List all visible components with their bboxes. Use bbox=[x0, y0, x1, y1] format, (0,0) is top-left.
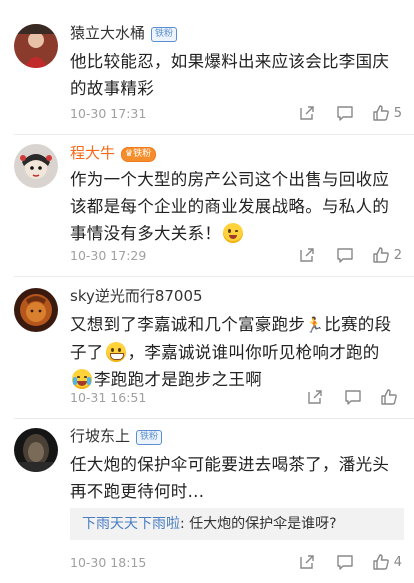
like-button[interactable]: 2 bbox=[372, 246, 402, 264]
crying-laughing-emoji-icon bbox=[72, 369, 92, 389]
wink-emoji-icon bbox=[223, 223, 244, 243]
username[interactable]: 程大牛 ♛铁粉 bbox=[70, 143, 157, 163]
timestamp: 10-30 18:15 bbox=[70, 555, 147, 570]
crown-icon: ♛ bbox=[125, 149, 134, 159]
timestamp: 10-30 17:31 bbox=[70, 106, 147, 121]
running-emoji-icon: 🏃 bbox=[305, 316, 325, 334]
comment-actions: 5 bbox=[288, 102, 402, 124]
comment-button[interactable] bbox=[326, 102, 364, 124]
comment-text: 又想到了李嘉诚和几个富豪跑步🏃比赛的段子了 ，李嘉诚说谁叫你听见枪响才跑的 李跑跑才… bbox=[70, 311, 400, 393]
avatar[interactable] bbox=[14, 24, 58, 68]
thumbs-up-icon bbox=[373, 554, 389, 570]
comment-button[interactable] bbox=[326, 244, 364, 266]
comment-icon bbox=[337, 106, 353, 121]
comment-text: 他比较能忍，如果爆料出来应该会比李国庆的故事精彩 bbox=[70, 52, 390, 98]
share-button[interactable] bbox=[296, 386, 334, 408]
share-icon bbox=[308, 390, 322, 404]
comment-button[interactable] bbox=[326, 551, 364, 573]
like-count: 4 bbox=[393, 554, 402, 570]
comment-button[interactable] bbox=[334, 386, 372, 408]
like-count: 5 bbox=[393, 105, 402, 121]
username[interactable]: 行坡东上 铁粉 bbox=[70, 426, 163, 446]
reply-text: : 任大炮的保护伞是谁呀? bbox=[180, 516, 337, 532]
comment-icon bbox=[337, 248, 353, 263]
like-button[interactable]: 4 bbox=[372, 553, 402, 571]
avatar[interactable] bbox=[14, 428, 58, 472]
avatar[interactable] bbox=[14, 288, 58, 332]
comment-text: 作为一个大型的房产公司这个出售与回收应该都是每个企业的商业发展战略。与私人的事情… bbox=[70, 170, 390, 243]
like-button[interactable] bbox=[380, 388, 402, 406]
comment-actions: 4 bbox=[288, 551, 402, 573]
thumbs-up-icon bbox=[373, 105, 389, 121]
like-count: 2 bbox=[393, 247, 402, 263]
timestamp: 10-31 16:51 bbox=[70, 390, 147, 405]
fan-badge: ♛铁粉 bbox=[121, 147, 157, 162]
comment-icon bbox=[345, 390, 361, 405]
share-button[interactable] bbox=[288, 102, 326, 124]
divider bbox=[14, 276, 414, 277]
timestamp: 10-30 17:29 bbox=[70, 248, 147, 263]
username[interactable]: 猿立大水桶 铁粉 bbox=[70, 23, 178, 43]
share-icon bbox=[300, 248, 314, 262]
share-button[interactable] bbox=[288, 244, 326, 266]
comment-actions bbox=[296, 386, 402, 408]
grin-emoji-icon bbox=[105, 342, 126, 362]
comment-text: 任大炮的保护伞可能要进去喝茶了，潘光头再不跑更待何时... bbox=[70, 455, 390, 501]
comment-icon bbox=[337, 555, 353, 570]
like-button[interactable]: 5 bbox=[372, 104, 402, 122]
divider bbox=[14, 418, 414, 419]
share-icon bbox=[300, 106, 314, 120]
reply-username[interactable]: 下雨天天下雨啦 bbox=[82, 516, 180, 532]
divider bbox=[14, 134, 414, 135]
fan-badge: 铁粉 bbox=[136, 430, 163, 445]
share-icon bbox=[300, 555, 314, 569]
fan-badge: 铁粉 bbox=[151, 27, 178, 42]
share-button[interactable] bbox=[288, 551, 326, 573]
reply-preview[interactable]: 下雨天天下雨啦: 任大炮的保护伞是谁呀? bbox=[70, 508, 404, 540]
avatar[interactable] bbox=[14, 144, 58, 188]
username[interactable]: sky逆光而行87005 bbox=[70, 286, 203, 306]
thumbs-up-icon bbox=[373, 247, 389, 263]
thumbs-up-icon bbox=[381, 389, 397, 405]
comment-actions: 2 bbox=[288, 244, 402, 266]
